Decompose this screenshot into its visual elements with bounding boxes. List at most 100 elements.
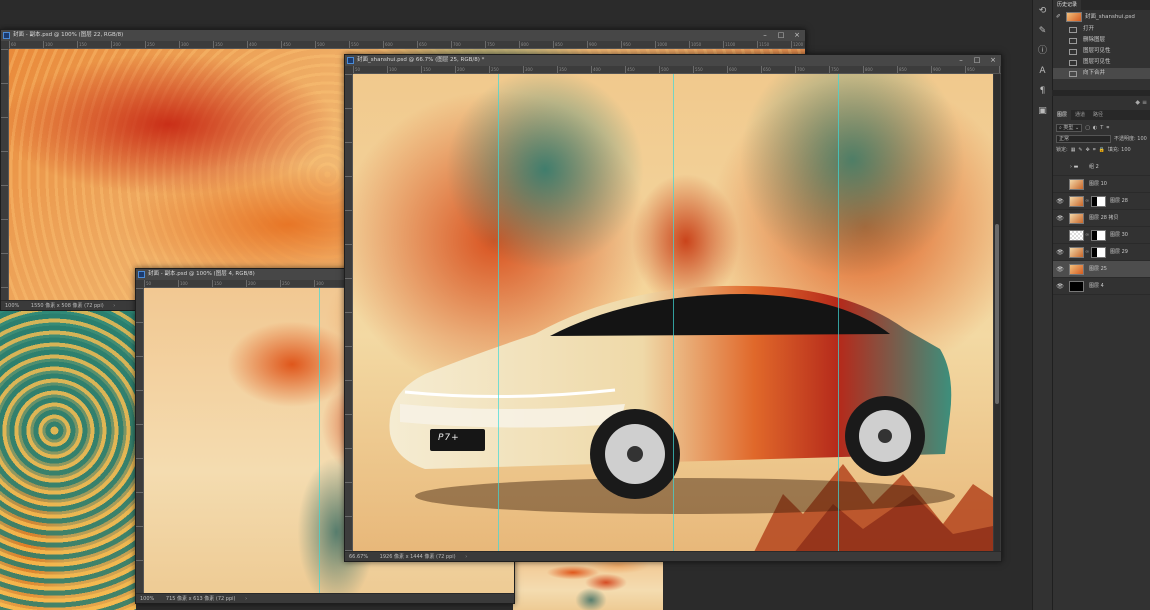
layer-mask-thumbnail[interactable] — [1091, 230, 1106, 241]
layer-thumbnail[interactable] — [1069, 247, 1084, 258]
horizontal-ruler[interactable]: 50 100 150 200 250 300 350 400 450 500 550 600 650 70… — [353, 66, 1001, 74]
fill-field[interactable]: 填充: 100 — [1108, 146, 1131, 153]
layer-name[interactable]: 图层 28 — [1110, 193, 1128, 210]
car-illustration — [389, 285, 955, 514]
status-menu-icon[interactable]: › — [113, 303, 115, 309]
layer-row[interactable]: › ▬ 组 2 — [1053, 159, 1150, 176]
filter-text-icon[interactable]: T — [1100, 125, 1103, 131]
folder-icon[interactable]: › ▬ — [1070, 159, 1078, 176]
history-item[interactable]: 图层可见性 — [1053, 46, 1150, 57]
layer-name[interactable]: 图层 29 — [1110, 244, 1128, 261]
zoom-level[interactable]: 100% — [140, 596, 154, 602]
minimize-icon[interactable]: – — [957, 55, 965, 66]
history-snapshot[interactable]: ✐ 封面_shanshui.psd — [1053, 10, 1150, 24]
zoom-level[interactable]: 100% — [5, 303, 19, 309]
layer-name[interactable]: 图层 4 — [1089, 278, 1104, 295]
layer-mask-thumbnail[interactable] — [1091, 247, 1106, 258]
layer-list: › ▬ 组 2 图层 10 👁 ∞ 图层 28 👁 图层 28 拷贝 ∞ 图层 30 👁 ∞ 图层 29… — [1053, 159, 1150, 295]
layer-row[interactable]: 图层 10 — [1053, 176, 1150, 193]
history-item[interactable]: 图层可见性 — [1053, 57, 1150, 68]
layer-filter-select[interactable]: ⌕ 类型 ⌄ — [1056, 123, 1083, 132]
layer-thumbnail[interactable] — [1069, 264, 1084, 275]
link-icon[interactable]: ∞ — [1085, 193, 1089, 210]
zoom-level[interactable]: 66.67% — [349, 554, 368, 560]
scrollbar-thumb[interactable] — [995, 224, 999, 404]
character-panel-icon[interactable]: A — [1036, 64, 1050, 78]
link-icon[interactable]: ∞ — [1085, 227, 1089, 244]
lock-transparency-icon[interactable]: ▦ — [1071, 147, 1076, 153]
doc-titlebar[interactable]: 封面_shanshui.psd @ 66.7% (图层 25, RGB/8) *… — [345, 55, 1001, 66]
close-icon[interactable]: × — [989, 55, 997, 66]
layer-row[interactable]: 👁 图层 25 — [1053, 261, 1150, 278]
opacity-field[interactable]: 不透明度: 100 — [1114, 135, 1147, 142]
paragraph-panel-icon[interactable]: ¶ — [1036, 84, 1050, 98]
ruler-tick: 200 — [113, 42, 121, 47]
tab-channels[interactable]: 通道 — [1071, 110, 1089, 120]
layer-name[interactable]: 图层 28 拷贝 — [1089, 210, 1119, 227]
history-brush-icon[interactable]: ✐ — [1056, 10, 1061, 24]
layer-thumbnail[interactable] — [1069, 230, 1084, 241]
tab-layers[interactable]: 图层 — [1053, 110, 1072, 120]
lock-move-icon[interactable]: ✥ — [1086, 147, 1090, 153]
filter-shape-icon[interactable]: ⌗ — [1106, 125, 1109, 131]
doc-titlebar[interactable]: 封面 - 副本.psd @ 100% (图层 22, RGB/8) – □ × — [1, 30, 805, 41]
layer-name[interactable]: 图层 10 — [1089, 176, 1107, 193]
history-item-current[interactable]: 向下合并 — [1053, 68, 1150, 79]
adjust-icon[interactable]: ◆ — [1135, 99, 1140, 106]
vertical-ruler[interactable] — [136, 288, 144, 593]
minimize-icon[interactable]: – — [761, 30, 769, 41]
history-panel-icon[interactable]: ⟲ — [1036, 4, 1050, 18]
layer-thumbnail[interactable] — [1069, 196, 1084, 207]
layer-row[interactable]: ∞ 图层 30 — [1053, 227, 1150, 244]
visibility-eye-icon[interactable]: 👁 — [1056, 278, 1064, 295]
history-item[interactable]: 删除图层 — [1053, 35, 1150, 46]
horizontal-ruler[interactable]: 60 100 150 200 250 300 350 400 450 500 550 600 650 70… — [9, 41, 805, 49]
maximize-icon[interactable]: □ — [777, 30, 785, 41]
maximize-icon[interactable]: □ — [973, 55, 981, 66]
comments-panel-icon[interactable]: ✎ — [1036, 24, 1050, 38]
tab-paths[interactable]: 路径 — [1089, 110, 1107, 120]
ruler-tick: 1100 — [725, 42, 736, 47]
properties-panel-icon[interactable]: ▣ — [1036, 104, 1050, 118]
panel-menu-icon[interactable]: ≡ — [1142, 99, 1147, 106]
layer-thumbnail[interactable] — [1069, 213, 1084, 224]
visibility-eye-icon[interactable]: 👁 — [1056, 193, 1064, 210]
visibility-eye-icon[interactable]: 👁 — [1056, 210, 1064, 227]
layer-name[interactable]: 图层 30 — [1110, 227, 1128, 244]
layer-row[interactable]: 👁 图层 28 拷贝 — [1053, 210, 1150, 227]
status-menu-icon[interactable]: › — [245, 596, 247, 602]
layer-row[interactable]: 👁 ∞ 图层 28 — [1053, 193, 1150, 210]
layer-thumbnail[interactable] — [1069, 281, 1084, 292]
vertical-scrollbar[interactable] — [994, 74, 1000, 551]
document-canvas[interactable]: P7+ — [353, 74, 993, 551]
close-icon[interactable]: × — [793, 30, 801, 41]
layer-name[interactable]: 图层 25 — [1089, 261, 1107, 278]
blend-mode-select[interactable]: 正常 — [1056, 134, 1111, 143]
info-panel-icon[interactable]: ⓘ — [1036, 44, 1050, 58]
ruler-tick: 300 — [181, 42, 189, 47]
lock-all-icon[interactable]: 🔒 — [1099, 147, 1105, 153]
link-icon[interactable]: ∞ — [1085, 244, 1089, 261]
status-menu-icon[interactable]: › — [465, 554, 467, 560]
guide-line[interactable] — [319, 288, 320, 593]
tab-history[interactable]: 历史记录 — [1053, 0, 1082, 10]
lock-artboard-icon[interactable]: ⌗ — [1093, 147, 1096, 153]
layer-thumbnail[interactable] — [1069, 179, 1084, 190]
visibility-eye-icon[interactable]: 👁 — [1056, 261, 1064, 278]
history-item[interactable]: 打开 — [1053, 24, 1150, 35]
doc-window-main[interactable]: 封面_shanshui.psd @ 66.7% (图层 25, RGB/8) *… — [344, 54, 1002, 562]
lock-brush-icon[interactable]: ✎ — [1078, 147, 1082, 153]
guide-line[interactable] — [498, 74, 499, 551]
layer-mask-thumbnail[interactable] — [1091, 196, 1106, 207]
visibility-eye-icon[interactable]: 👁 — [1056, 244, 1064, 261]
filter-pixel-icon[interactable]: ▢ — [1085, 125, 1090, 131]
filter-adjust-icon[interactable]: ◐ — [1093, 125, 1097, 131]
layer-name[interactable]: 组 2 — [1089, 159, 1099, 176]
guide-line[interactable] — [673, 74, 674, 551]
vertical-ruler[interactable] — [1, 49, 9, 300]
guide-line[interactable] — [838, 74, 839, 551]
vertical-ruler[interactable] — [345, 74, 353, 551]
layer-row[interactable]: 👁 ∞ 图层 29 — [1053, 244, 1150, 261]
ruler-tick: 100 — [389, 67, 397, 72]
layer-row[interactable]: 👁 图层 4 — [1053, 278, 1150, 295]
